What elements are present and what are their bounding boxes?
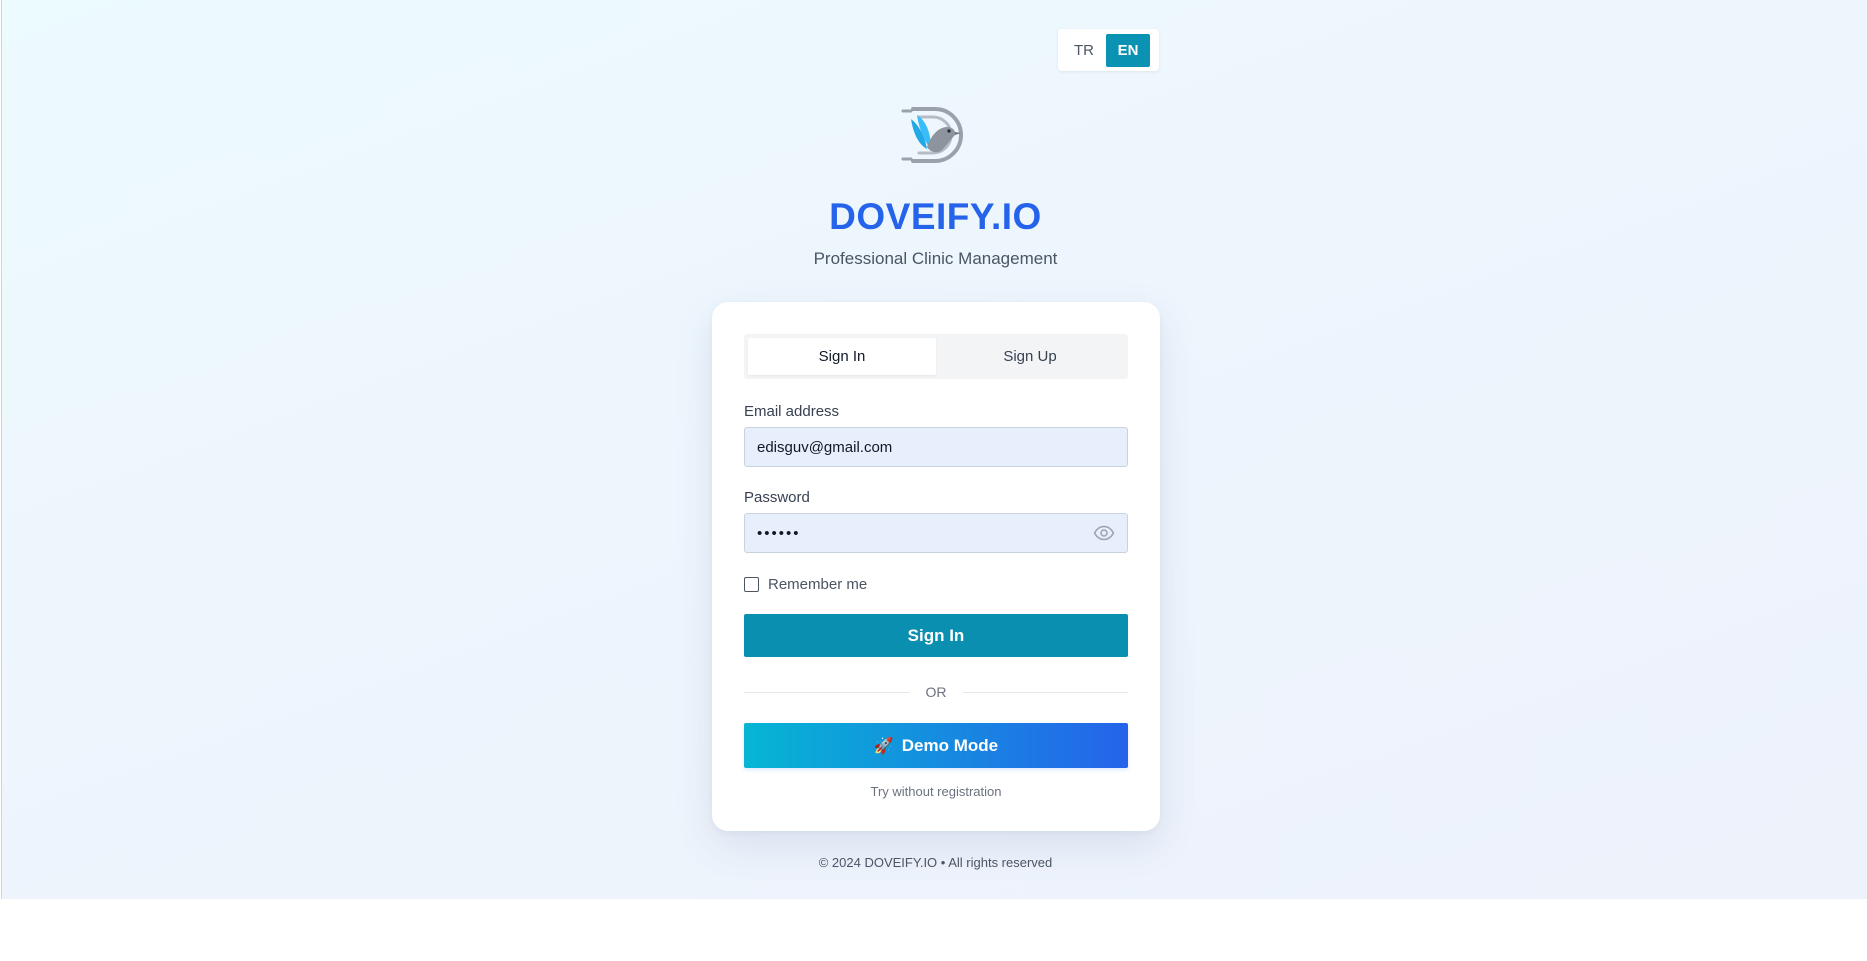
auth-tabs: Sign In Sign Up <box>744 334 1128 379</box>
email-field[interactable] <box>757 438 1115 456</box>
language-tr-button[interactable]: TR <box>1062 34 1106 67</box>
demo-note: Try without registration <box>870 784 1002 799</box>
password-label: Password <box>744 489 810 506</box>
login-page: TR EN DOVEIFY.IO Professional Clinic Man… <box>1 0 1867 899</box>
or-divider: OR <box>744 682 1128 702</box>
sign-in-button[interactable]: Sign In <box>744 614 1128 657</box>
demo-mode-label: Demo Mode <box>901 735 999 755</box>
password-field-container <box>744 513 1128 553</box>
auth-card: Sign In Sign Up Email address Password R… <box>712 302 1160 831</box>
demo-mode-button[interactable]: 🚀 Demo Mode <box>744 723 1128 768</box>
divider-line-left <box>744 691 910 693</box>
tab-sign-in[interactable]: Sign In <box>748 338 936 375</box>
brand-title: DOVEIFY.IO <box>829 196 1042 237</box>
brand-tagline: Professional Clinic Management <box>813 249 1058 268</box>
language-en-button[interactable]: EN <box>1106 33 1150 67</box>
remember-me-label: Remember me <box>768 576 868 593</box>
email-field-container <box>744 427 1128 467</box>
footer-copyright: © 2024 DOVEIFY.IO • All rights reserved <box>818 855 1053 870</box>
remember-me: Remember me <box>744 576 867 593</box>
divider-line-right <box>962 691 1128 693</box>
rocket-icon: 🚀 <box>873 736 894 755</box>
email-label: Email address <box>744 403 840 420</box>
password-field[interactable] <box>757 524 1093 542</box>
divider-text: OR <box>925 684 947 700</box>
remember-me-checkbox[interactable] <box>744 577 759 592</box>
dove-logo-icon <box>901 107 963 163</box>
language-switcher: TR EN <box>1058 29 1159 71</box>
tab-sign-up[interactable]: Sign Up <box>936 338 1124 375</box>
eye-icon[interactable] <box>1093 525 1115 541</box>
